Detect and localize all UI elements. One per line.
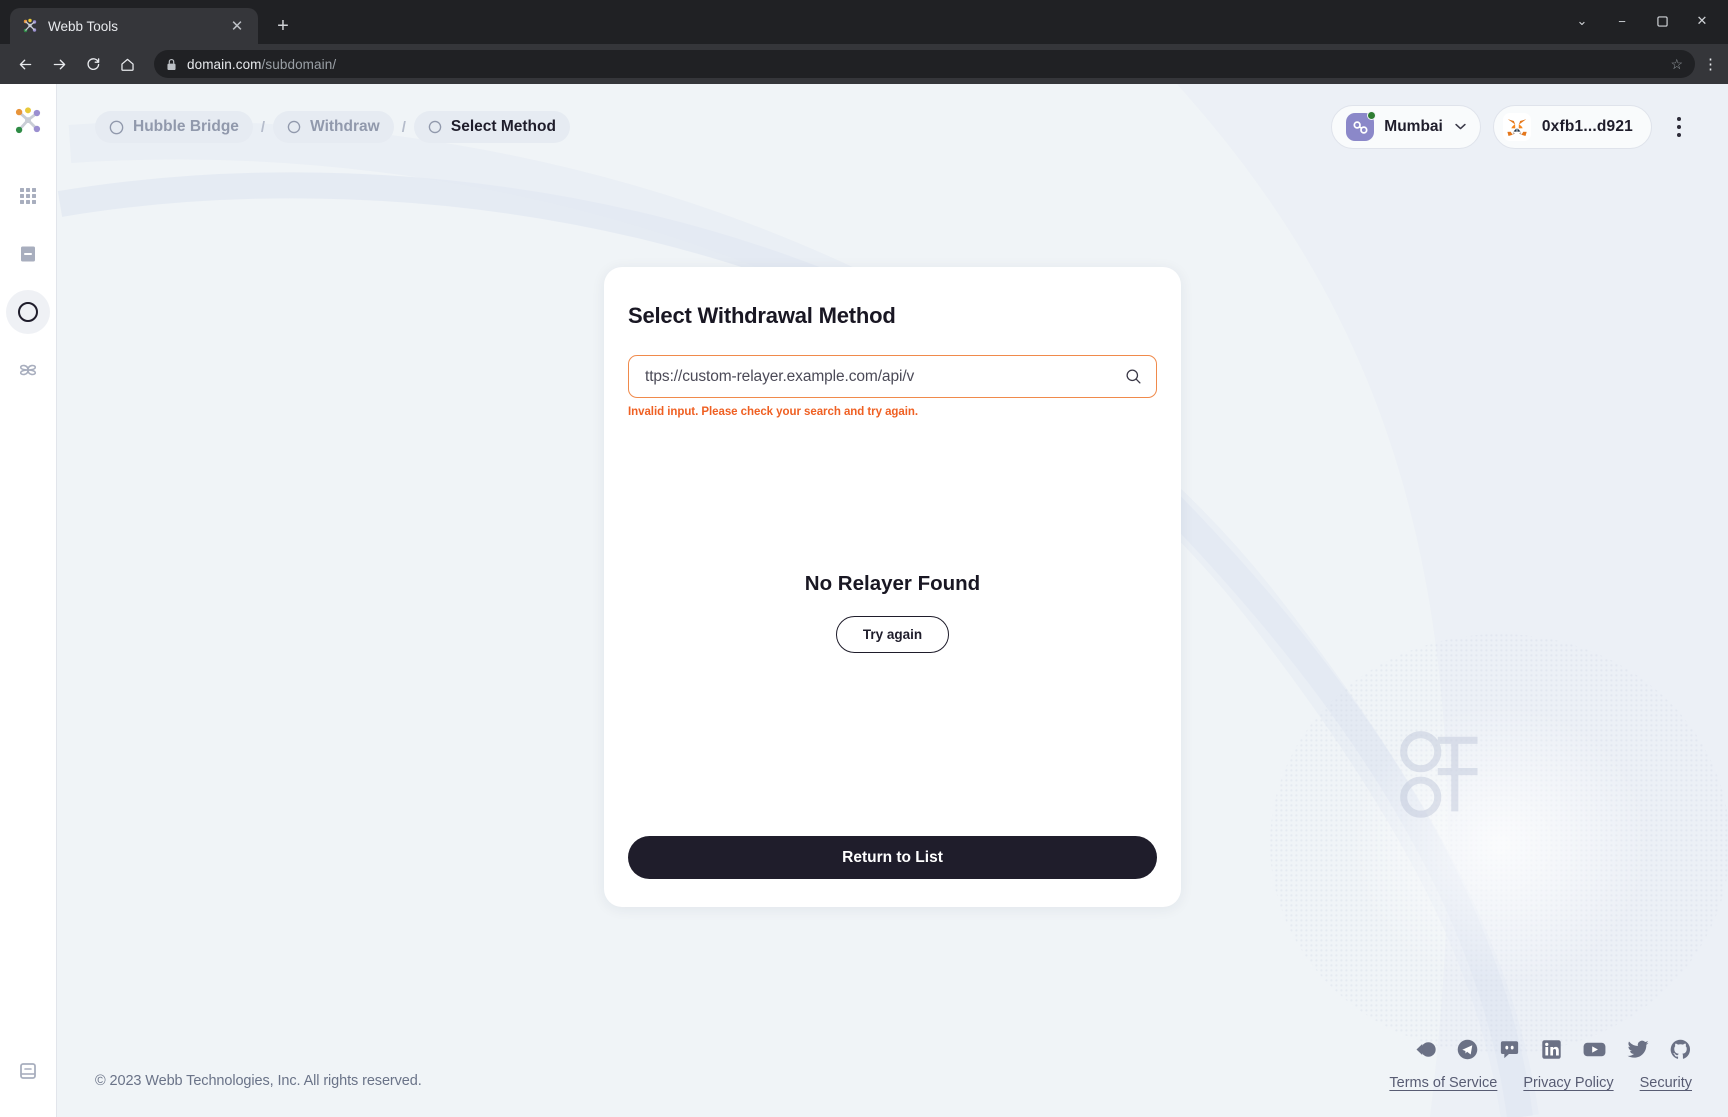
window-minimize-icon[interactable]: −	[1604, 7, 1640, 35]
copyright-text: © 2023 Webb Technologies, Inc. All right…	[95, 1073, 422, 1089]
app-footer: © 2023 Webb Technologies, Inc. All right…	[57, 1038, 1728, 1117]
footer-links: Terms of Service Privacy Policy Security	[1389, 1075, 1692, 1091]
search-input[interactable]	[645, 367, 1125, 386]
home-icon[interactable]	[112, 49, 142, 79]
sidebar-item-docs[interactable]	[6, 232, 50, 276]
back-icon[interactable]	[10, 49, 40, 79]
knot-icon	[17, 360, 39, 380]
kebab-dot	[1677, 117, 1681, 121]
chain-icon-wrapper	[1346, 111, 1377, 141]
close-tab-icon[interactable]: ✕	[228, 19, 246, 34]
wallet-address-label: 0xfb1...d921	[1541, 118, 1633, 135]
breadcrumb-separator: /	[260, 118, 266, 136]
tab-title: Webb Tools	[48, 18, 119, 34]
url-host: domain.com	[187, 56, 262, 72]
linkedin-icon[interactable]	[1540, 1038, 1563, 1061]
sidebar-item-stats[interactable]	[6, 348, 50, 392]
breadcrumb: Hubble Bridge / Withdraw / Select Method	[95, 111, 570, 143]
footer-right: Terms of Service Privacy Policy Security	[1389, 1038, 1692, 1091]
collapse-panel-icon[interactable]	[10, 1053, 46, 1089]
forward-icon[interactable]	[44, 49, 74, 79]
sidebar-item-bridge[interactable]	[6, 290, 50, 334]
chain-status-dot	[1367, 111, 1377, 120]
youtube-icon[interactable]	[1582, 1038, 1607, 1061]
bridge-circle-icon	[109, 120, 124, 135]
lock-icon	[166, 58, 177, 71]
kebab-dot	[1677, 125, 1681, 129]
chain-name-label: Mumbai	[1384, 118, 1443, 135]
page-title: Select Withdrawal Method	[628, 303, 896, 328]
bookmark-star-icon[interactable]: ☆	[1670, 56, 1683, 73]
chevron-down-icon	[1455, 122, 1466, 133]
breadcrumb-item-select-method[interactable]: Select Method	[413, 111, 570, 143]
breadcrumb-separator: /	[401, 118, 406, 136]
new-tab-button[interactable]: +	[268, 11, 298, 41]
breadcrumb-item-withdraw[interactable]: Withdraw	[273, 111, 394, 143]
telegram-icon[interactable]	[1456, 1038, 1479, 1061]
address-bar-url: domain.com/subdomain/	[187, 57, 336, 72]
commit-icon[interactable]	[1414, 1038, 1437, 1061]
webb-logo-icon	[22, 18, 38, 34]
circle-icon	[287, 120, 301, 134]
discord-icon[interactable]	[1498, 1038, 1521, 1061]
twitter-icon[interactable]	[1626, 1038, 1650, 1061]
kebab-dot	[1677, 133, 1681, 137]
window-controls: ⌄ − ✕	[1564, 7, 1720, 35]
metamask-fox-icon	[1502, 113, 1531, 141]
empty-state-title: No Relayer Found	[804, 571, 981, 595]
chain-selector-button[interactable]: Mumbai	[1331, 105, 1481, 149]
footer-link-privacy[interactable]: Privacy Policy	[1523, 1075, 1613, 1091]
social-links	[1414, 1038, 1692, 1061]
main-area: Select Withdrawal Method Invalid	[57, 170, 1728, 1038]
window-minimize-tray-icon[interactable]: ⌄	[1564, 7, 1600, 35]
return-to-list-button[interactable]: Return to List	[628, 836, 1157, 879]
try-again-button[interactable]: Try again	[835, 615, 950, 653]
breadcrumb-label: Hubble Bridge	[133, 118, 239, 135]
browser-toolbar: domain.com/subdomain/ ☆ ⋮	[0, 44, 1728, 84]
window-close-icon[interactable]: ✕	[1684, 7, 1720, 35]
search-icon[interactable]	[1125, 368, 1142, 385]
address-bar[interactable]: domain.com/subdomain/ ☆	[154, 50, 1695, 78]
webb-logo[interactable]	[13, 106, 43, 136]
breadcrumb-item-hubble-bridge[interactable]: Hubble Bridge	[95, 111, 253, 143]
url-path: /subdomain/	[261, 56, 337, 72]
breadcrumb-label: Withdraw	[310, 118, 380, 135]
tab-strip: Webb Tools ✕ + ⌄ − ✕	[0, 0, 1728, 44]
app-topbar: Hubble Bridge / Withdraw / Select Method…	[57, 84, 1728, 170]
browser-tab[interactable]: Webb Tools ✕	[10, 8, 258, 44]
footer-link-terms[interactable]: Terms of Service	[1389, 1075, 1497, 1091]
grid-icon	[18, 186, 38, 206]
topbar-actions: Mumbai 0xfb1...d921	[1331, 105, 1692, 149]
footer-link-security[interactable]: Security	[1640, 1075, 1692, 1091]
app-content: Hubble Bridge / Withdraw / Select Method…	[57, 84, 1728, 1117]
reload-icon[interactable]	[78, 49, 108, 79]
document-icon	[18, 244, 38, 264]
address-bar-actions: ☆	[1670, 56, 1683, 73]
empty-state: No Relayer Found Try again	[628, 388, 1157, 836]
bridge-circle-icon	[17, 301, 39, 323]
breadcrumb-label: Select Method	[450, 118, 556, 135]
github-icon[interactable]	[1669, 1038, 1692, 1061]
withdrawal-method-card: Select Withdrawal Method Invalid	[604, 267, 1181, 907]
browser-window: Webb Tools ✕ + ⌄ − ✕ domain.com/subdomai…	[0, 0, 1728, 1117]
kebab-menu-icon[interactable]	[1666, 110, 1692, 144]
app-page: Hubble Bridge / Withdraw / Select Method…	[0, 84, 1728, 1117]
circle-icon	[428, 120, 442, 134]
app-sidebar	[0, 84, 57, 1117]
sidebar-item-apps[interactable]	[6, 174, 50, 218]
wallet-button[interactable]: 0xfb1...d921	[1492, 105, 1652, 149]
browser-menu-icon[interactable]: ⋮	[1699, 55, 1718, 73]
window-maximize-icon[interactable]	[1644, 7, 1680, 35]
